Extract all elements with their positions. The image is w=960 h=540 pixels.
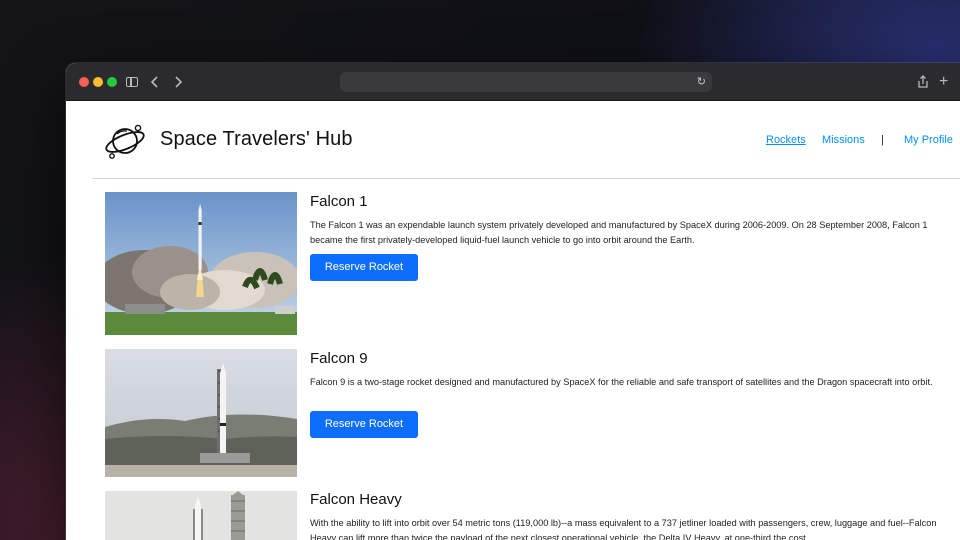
reserve-rocket-button[interactable]: Reserve Rocket — [310, 254, 418, 281]
close-window-button[interactable] — [79, 77, 89, 87]
address-bar[interactable]: ↻ — [340, 72, 712, 92]
rocket-description: Falcon 9 is a two-stage rocket designed … — [310, 377, 933, 387]
rocket-name: Falcon Heavy — [310, 491, 402, 508]
nav-link-rockets[interactable]: Rockets — [766, 134, 806, 146]
browser-toolbar: ↻ + — [66, 63, 960, 101]
rocket-description: The Falcon 1 was an expendable launch sy… — [310, 220, 928, 245]
nav-separator: | — [881, 134, 884, 146]
rocket-image-falcon-1 — [105, 192, 297, 335]
site-title: Space Travelers' Hub — [160, 128, 353, 150]
rocket-description: With the ability to lift into orbit over… — [310, 518, 937, 540]
chevron-left-icon[interactable] — [150, 72, 160, 97]
rocket-name: Falcon 1 — [310, 193, 368, 210]
zoom-window-button[interactable] — [107, 77, 117, 87]
rocket-image-falcon-9 — [105, 349, 297, 477]
page-content: Space Travelers' Hub Rockets Missions | … — [66, 101, 960, 540]
rocket-image-falcon-heavy — [105, 491, 297, 540]
reserve-rocket-button[interactable]: Reserve Rocket — [310, 411, 418, 438]
browser-window: ↻ + Space Travelers' Hub Rockets Mission… — [66, 63, 960, 540]
sidebar-toggle-icon[interactable] — [126, 77, 138, 87]
rocket-name: Falcon 9 — [310, 350, 368, 367]
plus-icon[interactable]: + — [939, 72, 948, 92]
planet-logo-icon — [105, 124, 145, 159]
share-icon[interactable] — [917, 72, 929, 97]
chevron-right-icon[interactable] — [173, 72, 183, 97]
header-divider — [92, 178, 960, 179]
minimize-window-button[interactable] — [93, 77, 103, 87]
nav-link-missions[interactable]: Missions — [822, 134, 865, 146]
nav-link-my-profile[interactable]: My Profile — [904, 134, 953, 146]
reload-icon[interactable]: ↻ — [697, 74, 706, 90]
